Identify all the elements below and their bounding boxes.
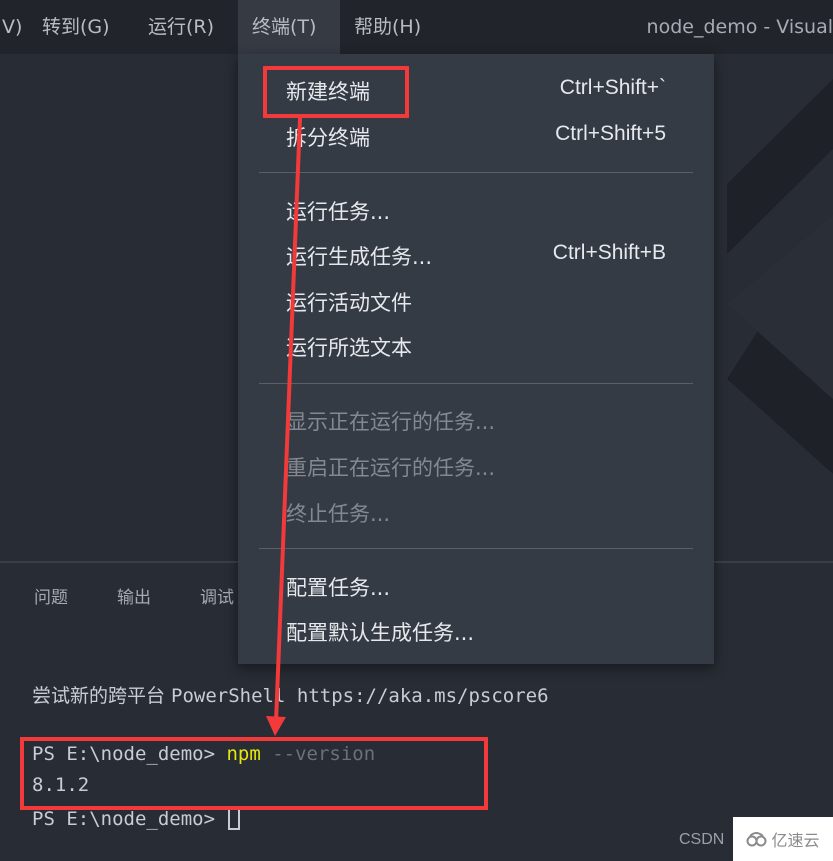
cloud-logo-icon <box>746 832 767 847</box>
terminal-menu-dropdown: 新建终端 Ctrl+Shift+` 拆分终端 Ctrl+Shift+5 运行任务… <box>238 54 714 664</box>
menu-item-run-selected-text[interactable]: 运行所选文本 <box>286 326 666 366</box>
annotation-box-terminal-output <box>20 737 488 810</box>
terminal-banner: 尝试新的跨平台 PowerShell https://aka.ms/pscore… <box>32 681 549 708</box>
menu-item-label: 显示正在运行的任务... <box>286 410 496 434</box>
terminal-prompt-2: PS E:\node_demo> <box>32 808 227 830</box>
menu-separator <box>259 548 693 549</box>
menu-item-shortcut: Ctrl+Shift+` <box>559 76 666 99</box>
tab-output[interactable]: 输出 <box>117 583 151 608</box>
menu-item-label: 拆分终端 <box>286 126 370 150</box>
menu-item-label: 运行任务... <box>286 200 391 224</box>
menu-item-configure-tasks[interactable]: 配置任务... <box>286 566 666 606</box>
annotation-box-new-terminal <box>263 66 409 118</box>
menu-item-shortcut: Ctrl+Shift+B <box>552 241 666 264</box>
menu-item-run-active-file[interactable]: 运行活动文件 <box>286 281 666 321</box>
tab-problems[interactable]: 问题 <box>34 583 68 608</box>
menu-item-label: 配置任务... <box>286 576 391 600</box>
vscode-watermark-logo <box>727 79 833 474</box>
menu-run[interactable]: 运行(R) <box>134 0 228 54</box>
banner-cjk-text: 尝试新的跨平台 <box>32 685 172 707</box>
menu-item-label: 运行活动文件 <box>286 291 412 315</box>
menu-terminal[interactable]: 终端(T) <box>238 0 340 54</box>
csdn-watermark: CSDN <box>679 831 725 848</box>
menu-separator <box>259 383 693 384</box>
menu-item-configure-default-build-task[interactable]: 配置默认生成任务... <box>286 611 666 651</box>
menu-item-shortcut: Ctrl+Shift+5 <box>555 122 666 145</box>
menu-item-label: 运行生成任务... <box>286 245 433 269</box>
menu-item-label: 运行所选文本 <box>286 336 412 360</box>
yisu-watermark-text: 亿速云 <box>771 831 820 850</box>
menu-item-label: 终止任务... <box>286 502 391 526</box>
menu-bar: V) 转到(G) 运行(R) 终端(T) 帮助(H) node_demo - V… <box>0 0 833 54</box>
window-title: node_demo - Visual <box>646 16 833 38</box>
menu-go[interactable]: 转到(G) <box>28 0 124 54</box>
banner-link-text[interactable]: PowerShell https://aka.ms/pscore6 <box>171 685 549 707</box>
yisu-watermark: 亿速云 <box>733 817 833 861</box>
menu-item-split-terminal[interactable]: 拆分终端 Ctrl+Shift+5 <box>286 116 666 156</box>
menu-item-label: 配置默认生成任务... <box>286 621 475 645</box>
menu-item-terminate-task: 终止任务... <box>286 492 666 532</box>
menu-item-label: 重启正在运行的任务... <box>286 456 496 480</box>
menu-help[interactable]: 帮助(H) <box>340 0 435 54</box>
tab-debug-console[interactable]: 调试 <box>200 583 234 608</box>
menu-item-restart-running-task: 重启正在运行的任务... <box>286 446 666 486</box>
menu-item-show-running-tasks: 显示正在运行的任务... <box>286 400 666 440</box>
menu-item-run-build-task[interactable]: 运行生成任务... Ctrl+Shift+B <box>286 235 666 275</box>
menu-separator <box>259 172 693 173</box>
menu-item-run-task[interactable]: 运行任务... <box>286 190 666 230</box>
